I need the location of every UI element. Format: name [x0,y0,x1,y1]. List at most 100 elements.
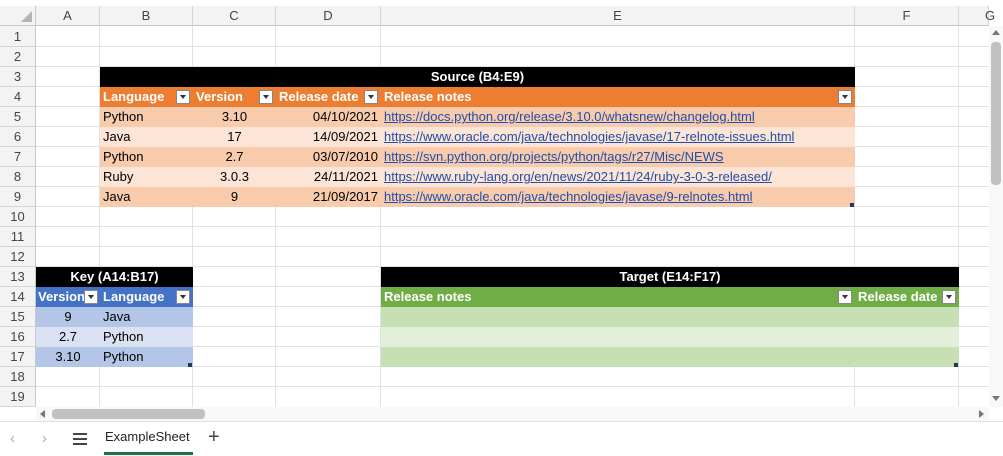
row-header-17[interactable]: 17 [0,347,36,367]
column-header-e[interactable]: E [381,6,855,26]
row-header-3[interactable]: 3 [0,67,36,87]
table-cell[interactable]: Java [100,187,193,207]
table-cell[interactable] [381,327,855,347]
column-header-c[interactable]: C [193,6,276,26]
table-resize-handle[interactable] [850,203,854,207]
table-cell[interactable]: 3.0.3 [193,167,276,187]
header-label: Language [103,89,165,104]
header-label: Release notes [384,289,472,304]
release-notes-link[interactable]: https://www.oracle.com/java/technologies… [384,129,794,144]
table-cell[interactable]: 04/10/2021 [276,107,381,127]
source-header-language[interactable]: Language [100,87,193,107]
table-cell[interactable] [381,347,855,367]
scroll-right-icon[interactable] [979,410,984,418]
scroll-down-icon[interactable] [992,396,1000,401]
key-header-version[interactable]: Version [36,287,100,307]
all-sheets-menu-icon[interactable] [73,433,87,445]
table-cell[interactable]: 2.7 [193,147,276,167]
horizontal-scrollbar[interactable] [36,407,989,421]
table-cell[interactable]: 03/07/2010 [276,147,381,167]
row-header-19[interactable]: 19 [0,387,36,407]
vertical-scrollbar[interactable] [989,26,1003,407]
scroll-up-icon[interactable] [992,30,1000,35]
table-cell[interactable]: Java [100,127,193,147]
table-cell: https://docs.python.org/release/3.10.0/w… [381,107,855,127]
filter-dropdown-icon[interactable] [942,290,956,304]
key-table-title[interactable]: Key (A14:B17) [36,267,193,287]
row-header-9[interactable]: 9 [0,187,36,207]
table-cell[interactable]: 9 [36,307,100,327]
column-header-d[interactable]: D [276,6,381,26]
row-header-7[interactable]: 7 [0,147,36,167]
filter-dropdown-icon[interactable] [364,90,378,104]
select-all-corner[interactable] [0,6,36,26]
release-notes-link[interactable]: https://www.oracle.com/java/technologies… [384,189,753,204]
row-header-12[interactable]: 12 [0,247,36,267]
column-header-b[interactable]: B [100,6,193,26]
filter-dropdown-icon[interactable] [838,90,852,104]
column-header-f[interactable]: F [855,6,959,26]
row-header-18[interactable]: 18 [0,367,36,387]
table-cell[interactable]: 3.10 [193,107,276,127]
source-header-version[interactable]: Version [193,87,276,107]
row-header-8[interactable]: 8 [0,167,36,187]
row-header-6[interactable]: 6 [0,127,36,147]
column-header-a[interactable]: A [36,6,100,26]
target-table-title[interactable]: Target (E14:F17) [381,267,959,287]
prev-sheet-chevron-icon[interactable]: ‹ [10,431,22,446]
row-header-14[interactable]: 14 [0,287,36,307]
header-label: Language [103,289,165,304]
table-resize-handle[interactable] [188,363,192,367]
table-cell[interactable]: 21/09/2017 [276,187,381,207]
add-sheet-icon[interactable]: + [208,427,224,447]
table-cell[interactable] [855,347,959,367]
table-cell[interactable]: Java [100,307,193,327]
row-header-5[interactable]: 5 [0,107,36,127]
table-resize-handle[interactable] [954,363,958,367]
header-label: Release date [279,89,359,104]
table-cell[interactable]: Python [100,347,193,367]
table-cell[interactable]: Python [100,107,193,127]
filter-dropdown-icon[interactable] [84,290,98,304]
target-header-release-notes[interactable]: Release notes [381,287,855,307]
filter-dropdown-icon[interactable] [176,90,190,104]
horizontal-scroll-thumb[interactable] [52,409,205,419]
table-cell[interactable]: 14/09/2021 [276,127,381,147]
filter-dropdown-icon[interactable] [259,90,273,104]
source-table-title[interactable]: Source (B4:E9) [100,67,855,87]
row-header-15[interactable]: 15 [0,307,36,327]
row-header-2[interactable]: 2 [0,47,36,67]
table-cell[interactable]: Python [100,327,193,347]
table-cell[interactable]: 17 [193,127,276,147]
table-cell[interactable] [855,327,959,347]
column-header-g[interactable]: G [959,6,995,26]
row-header-1[interactable]: 1 [0,26,36,47]
key-header-language[interactable]: Language [100,287,193,307]
table-cell[interactable] [381,307,855,327]
row-header-10[interactable]: 10 [0,207,36,227]
release-notes-link[interactable]: https://www.ruby-lang.org/en/news/2021/1… [384,169,772,184]
filter-dropdown-icon[interactable] [838,290,852,304]
header-label: Version [38,289,85,304]
source-header-release-date[interactable]: Release date [276,87,381,107]
row-header-11[interactable]: 11 [0,227,36,247]
source-header-release-notes[interactable]: Release notes [381,87,855,107]
table-cell[interactable]: Python [100,147,193,167]
table-cell[interactable] [855,307,959,327]
sheet-tab-examplesheet[interactable]: ExampleSheet [104,422,193,455]
row-header-16[interactable]: 16 [0,327,36,347]
table-cell[interactable]: 9 [193,187,276,207]
release-notes-link[interactable]: https://svn.python.org/projects/python/t… [384,149,724,164]
table-cell[interactable]: 3.10 [36,347,100,367]
target-header-release-date[interactable]: Release date [855,287,959,307]
table-cell[interactable]: 2.7 [36,327,100,347]
filter-dropdown-icon[interactable] [176,290,190,304]
table-cell[interactable]: Ruby [100,167,193,187]
next-sheet-chevron-icon[interactable]: › [42,431,54,446]
row-header-13[interactable]: 13 [0,267,36,287]
row-header-4[interactable]: 4 [0,87,36,107]
scroll-left-icon[interactable] [40,410,45,418]
vertical-scroll-thumb[interactable] [991,42,1001,185]
release-notes-link[interactable]: https://docs.python.org/release/3.10.0/w… [384,109,755,124]
table-cell[interactable]: 24/11/2021 [276,167,381,187]
